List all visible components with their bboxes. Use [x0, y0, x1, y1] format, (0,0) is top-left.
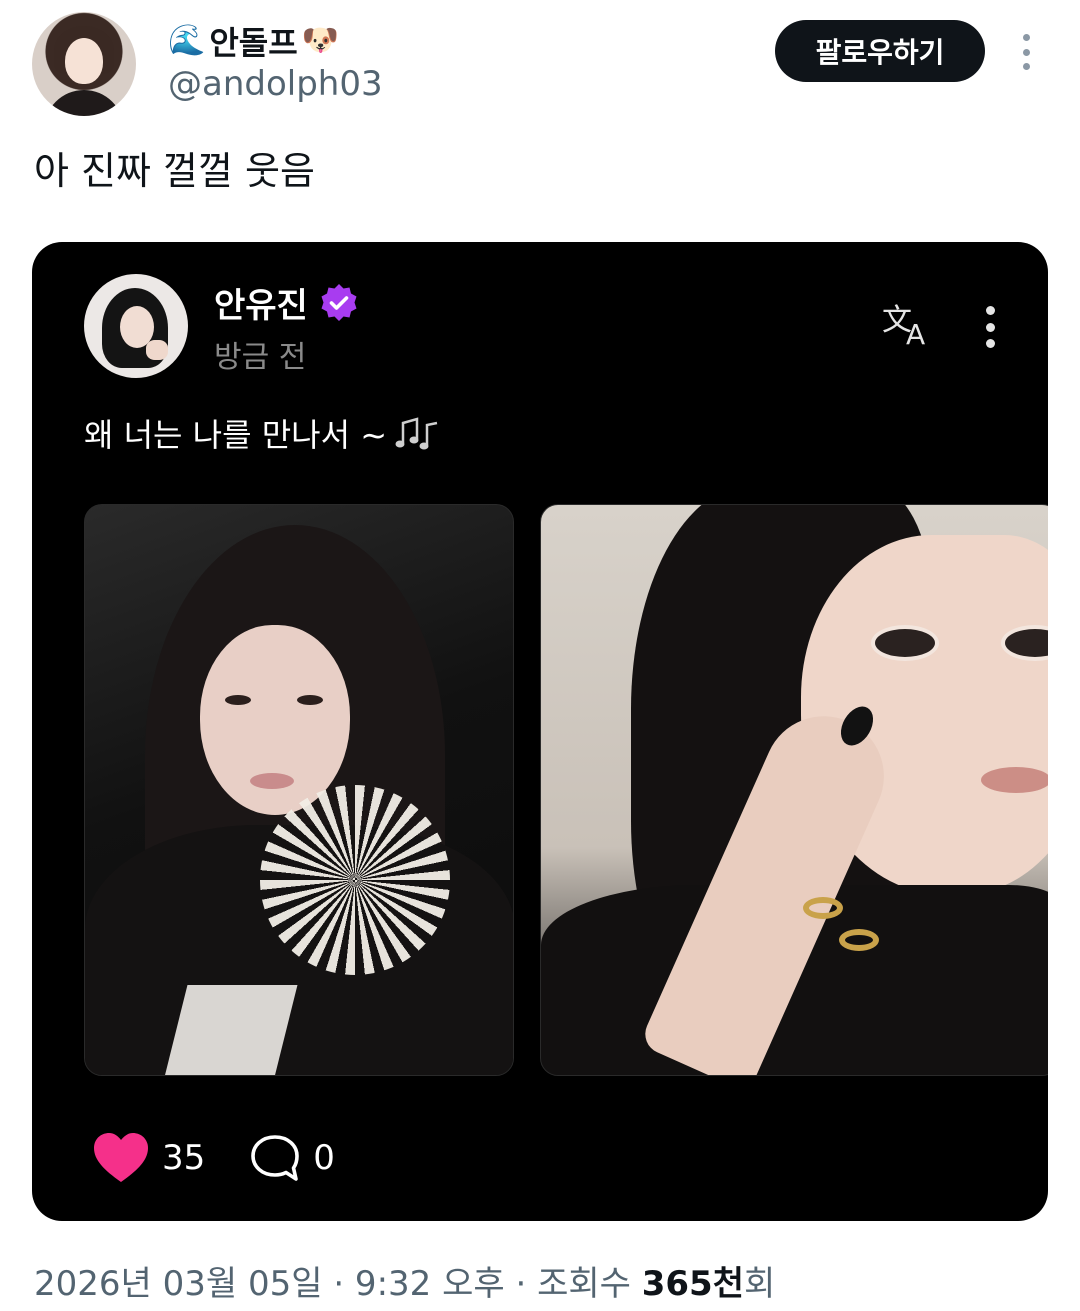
- photo-eye-shape: [297, 695, 323, 705]
- tweet-date-time: 2026년 03월 05일 · 9:32 오후 · 조회수: [34, 1264, 642, 1304]
- photo-lips-shape: [981, 767, 1048, 793]
- dot: [1022, 48, 1030, 56]
- photo-eye-shape: [871, 625, 939, 661]
- wave-emoji-icon: 🌊: [168, 23, 206, 58]
- avatar-hand-shape: [146, 340, 168, 360]
- photo-ring-shape: [839, 929, 879, 951]
- photo-ring-shape: [803, 897, 843, 919]
- quoted-post-text: 왜 너는 나를 만나서 ~: [84, 416, 388, 454]
- verified-badge-icon: [321, 283, 357, 321]
- avatar-body-shape: [44, 90, 124, 116]
- author-handle[interactable]: @andolph03: [168, 64, 383, 104]
- quoted-more-options-icon[interactable]: [982, 306, 998, 348]
- dot: [985, 306, 995, 315]
- dog-emoji-icon: 🐶: [301, 23, 340, 58]
- quoted-post-text-row: 왜 너는 나를 만나서 ~: [84, 410, 443, 456]
- dot: [1022, 34, 1030, 41]
- follow-button[interactable]: 팔로우하기: [775, 20, 985, 82]
- quoted-post-timestamp: 방금 전: [214, 340, 307, 375]
- reply-bubble-icon[interactable]: [249, 1133, 301, 1183]
- photo-lips-shape: [250, 773, 294, 789]
- more-options-icon[interactable]: [1008, 30, 1044, 74]
- author-avatar[interactable]: [32, 12, 136, 116]
- photo-white-flower-shape: [260, 785, 450, 975]
- post-photo-2[interactable]: [540, 504, 1048, 1076]
- author-display-name[interactable]: 안돌프: [209, 18, 297, 64]
- quoted-author-name-row[interactable]: 안유진: [214, 278, 360, 327]
- view-count[interactable]: 365천: [642, 1264, 744, 1304]
- svg-text:A: A: [906, 318, 925, 348]
- quoted-post-card[interactable]: 안유진 방금 전 文 A 왜 너는 나를 만나서 ~ 35 0: [32, 242, 1048, 1221]
- tweet-meta: 2026년 03월 05일 · 9:32 오후 · 조회수 365천회: [34, 1256, 775, 1305]
- photo-eye-shape: [225, 695, 251, 705]
- dot: [985, 322, 995, 332]
- translate-icon[interactable]: 文 A: [880, 300, 934, 348]
- quoted-author-name[interactable]: 안유진: [214, 278, 308, 327]
- avatar-face-shape: [65, 38, 103, 84]
- reply-action[interactable]: 0: [249, 1133, 335, 1183]
- like-action[interactable]: 35: [92, 1132, 205, 1184]
- like-count: 35: [162, 1138, 206, 1178]
- music-notes-icon: [395, 417, 438, 450]
- post-photo-1[interactable]: [84, 504, 514, 1076]
- quoted-author-avatar[interactable]: [84, 274, 188, 378]
- dot: [1022, 63, 1030, 70]
- reply-count: 0: [313, 1138, 335, 1178]
- tweet-text: 아 진짜 껄껄 웃음: [34, 149, 315, 193]
- dot: [985, 339, 995, 348]
- author-name-row[interactable]: 🌊 안돌프 🐶: [168, 18, 339, 64]
- heart-icon[interactable]: [92, 1132, 150, 1184]
- quoted-post-actions: 35 0: [92, 1132, 335, 1184]
- view-count-suffix: 회: [744, 1264, 776, 1304]
